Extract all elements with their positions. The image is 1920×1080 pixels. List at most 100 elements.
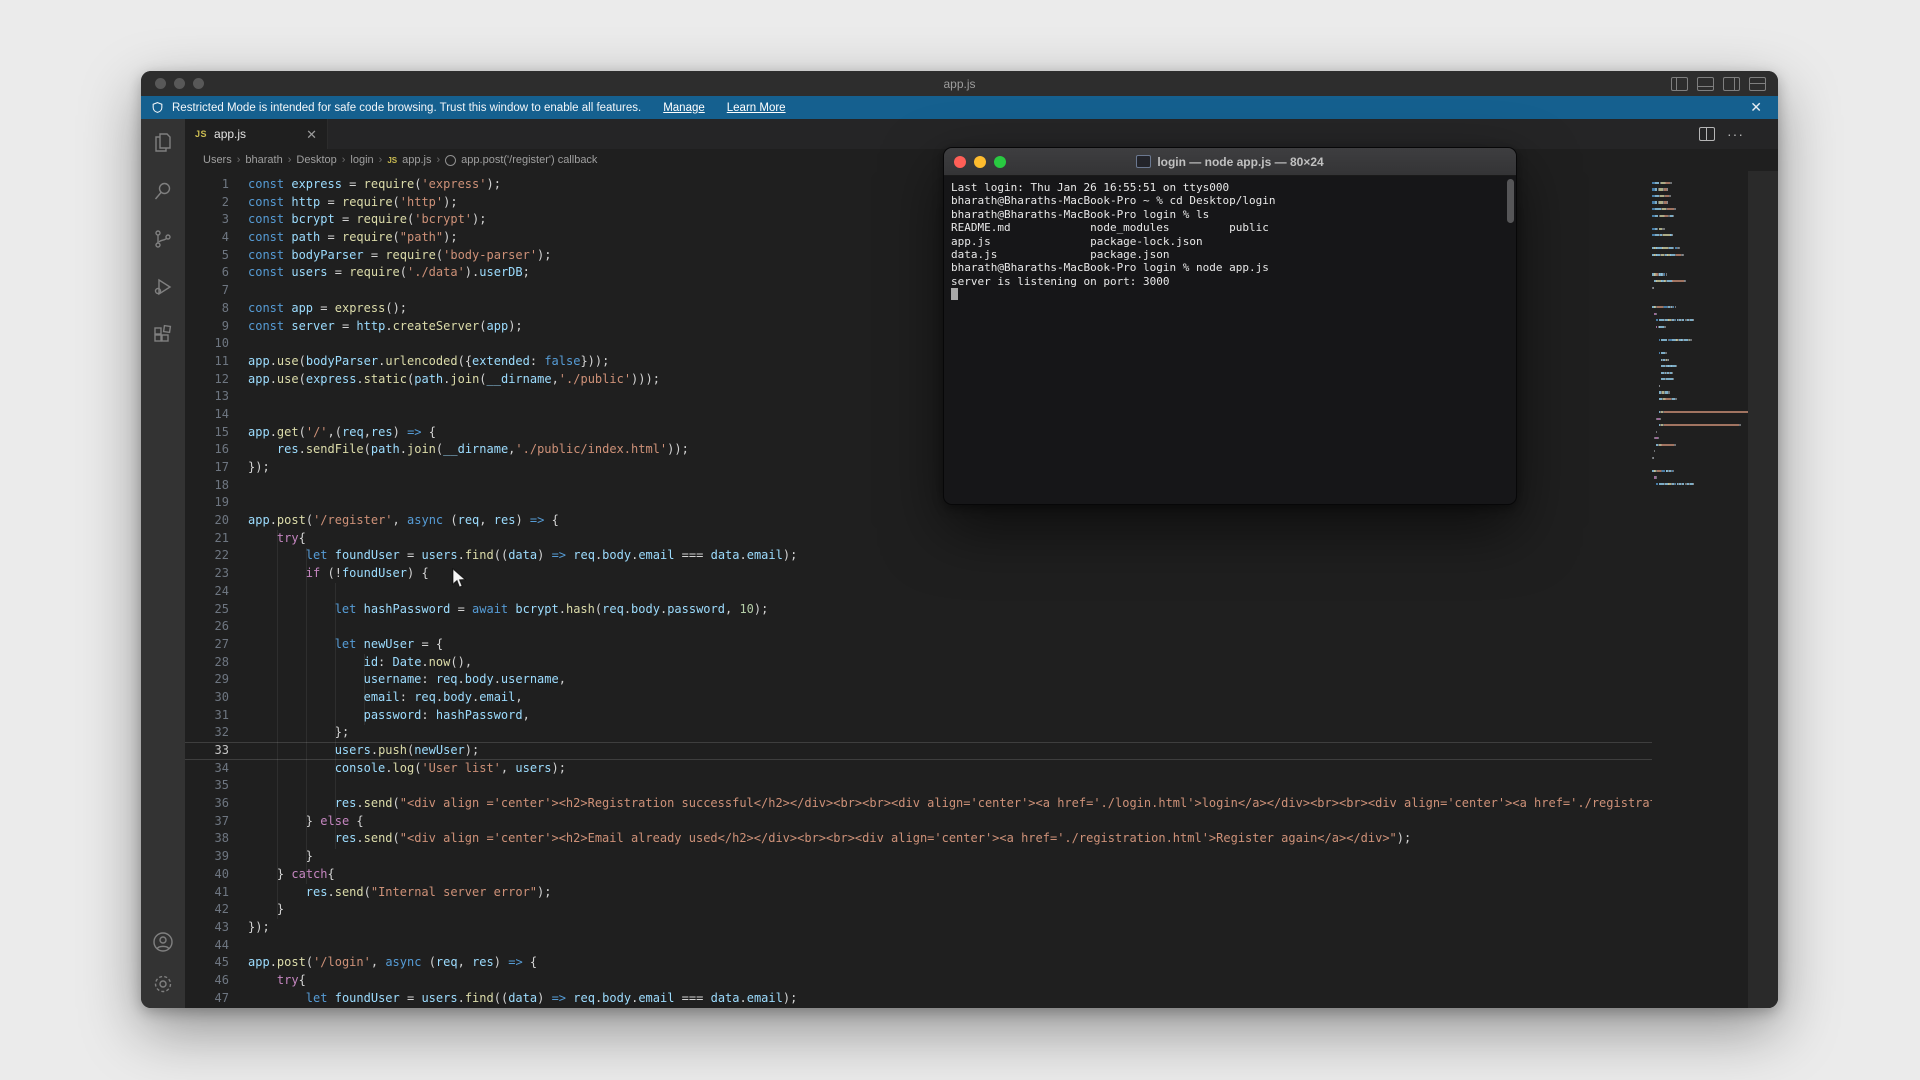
manage-link[interactable]: Manage: [663, 102, 705, 114]
code-line: if (!foundUser) {: [248, 565, 1652, 583]
code-line: let hashPassword = await bcrypt.hash(req…: [248, 601, 1652, 619]
code-line: res.send("<div align ='center'><h2>Email…: [248, 830, 1652, 848]
banner-close-icon[interactable]: ✕: [1744, 99, 1768, 116]
line-number: 31: [185, 707, 229, 725]
line-number: 20: [185, 512, 229, 530]
line-number: 11: [185, 353, 229, 371]
line-number: 22: [185, 547, 229, 565]
tab-bar: JS app.js ✕ ···: [185, 119, 1778, 149]
tab-appjs[interactable]: JS app.js ✕: [185, 119, 328, 149]
line-number: 33: [185, 742, 229, 760]
editor-actions: ···: [1699, 119, 1744, 149]
toggle-panel-icon[interactable]: [1697, 77, 1714, 91]
line-number: 39: [185, 848, 229, 866]
terminal-zoom-button[interactable]: [994, 156, 1006, 168]
explorer-icon[interactable]: [151, 131, 175, 155]
code-line: } catch{: [248, 866, 1652, 884]
line-number: 10: [185, 335, 229, 353]
terminal-window-controls: [954, 156, 1006, 168]
line-number: 6: [185, 264, 229, 282]
line-number: 42: [185, 901, 229, 919]
code-line: res.send("<div align ='center'><h2>Regis…: [248, 795, 1652, 813]
extensions-icon[interactable]: [151, 323, 175, 347]
minimize-window-button[interactable]: [174, 78, 185, 89]
code-line: username: req.body.username,: [248, 671, 1652, 689]
layout-controls: [1671, 77, 1766, 91]
code-line: res.send("Internal server error");: [248, 884, 1652, 902]
code-line: let foundUser = users.find((data) => req…: [248, 990, 1652, 1008]
code-line: } else {: [248, 813, 1652, 831]
run-debug-icon[interactable]: [151, 275, 175, 299]
code-line: });: [248, 919, 1652, 937]
line-number: 28: [185, 654, 229, 672]
code-line: }: [248, 901, 1652, 919]
terminal-window: login — node app.js — 80×24 Last login: …: [943, 147, 1517, 505]
terminal-title: login — node app.js — 80×24: [944, 155, 1516, 169]
line-number: 41: [185, 884, 229, 902]
tab-close-icon[interactable]: ✕: [306, 128, 317, 141]
code-line: password: hashPassword,: [248, 707, 1652, 725]
zoom-window-button[interactable]: [193, 78, 204, 89]
code-line: [248, 937, 1652, 955]
line-number: 17: [185, 459, 229, 477]
line-number: 36: [185, 795, 229, 813]
toggle-sidebar-icon[interactable]: [1671, 77, 1688, 91]
code-line: [248, 618, 1652, 636]
line-number: 47: [185, 990, 229, 1008]
source-control-icon[interactable]: [151, 227, 175, 251]
javascript-file-icon: JS: [387, 156, 397, 165]
line-number-gutter: 1234567891011121314151617181920212223242…: [185, 176, 229, 1007]
editor-scrollbar[interactable]: [1748, 171, 1778, 1008]
line-number: 43: [185, 919, 229, 937]
close-window-button[interactable]: [155, 78, 166, 89]
terminal-title-text: login — node app.js — 80×24: [1157, 155, 1323, 169]
shield-icon: [151, 101, 164, 114]
split-editor-icon[interactable]: [1699, 127, 1715, 141]
line-number: 23: [185, 565, 229, 583]
breadcrumb-item[interactable]: app.js: [402, 154, 431, 166]
minimap[interactable]: [1652, 176, 1748, 1008]
toggle-secondary-sidebar-icon[interactable]: [1723, 77, 1740, 91]
breadcrumb-item[interactable]: Desktop: [296, 154, 336, 166]
code-line: let newUser = {: [248, 636, 1652, 654]
restricted-mode-banner: Restricted Mode is intended for safe cod…: [141, 96, 1778, 119]
breadcrumb-item[interactable]: bharath: [245, 154, 282, 166]
breadcrumb-item[interactable]: app.post('/register') callback: [461, 154, 597, 166]
line-number: 16: [185, 441, 229, 459]
line-number: 30: [185, 689, 229, 707]
activity-bar-bottom: [151, 930, 175, 1008]
code-line: console.log('User list', users);: [248, 760, 1652, 778]
line-number: 25: [185, 601, 229, 619]
terminal-minimize-button[interactable]: [974, 156, 986, 168]
customize-layout-icon[interactable]: [1749, 77, 1766, 91]
activity-bar: [141, 119, 185, 1008]
line-number: 3: [185, 211, 229, 229]
javascript-file-icon: JS: [195, 129, 207, 139]
terminal-close-button[interactable]: [954, 156, 966, 168]
line-number: 27: [185, 636, 229, 654]
code-line: try{: [248, 530, 1652, 548]
line-number: 14: [185, 406, 229, 424]
vscode-titlebar: app.js: [141, 71, 1778, 96]
terminal-body[interactable]: Last login: Thu Jan 26 16:55:51 on ttys0…: [944, 176, 1516, 504]
breadcrumb-item[interactable]: login: [350, 154, 373, 166]
learn-more-link[interactable]: Learn More: [727, 102, 786, 114]
code-line: [248, 583, 1652, 601]
line-number: 26: [185, 618, 229, 636]
account-icon[interactable]: [151, 930, 175, 954]
line-number: 9: [185, 318, 229, 336]
window-title: app.js: [141, 77, 1778, 91]
terminal-cursor: [951, 288, 958, 300]
breadcrumb-separator: ›: [342, 154, 346, 166]
terminal-titlebar[interactable]: login — node app.js — 80×24: [944, 148, 1516, 176]
window-controls: [155, 78, 204, 89]
terminal-output: Last login: Thu Jan 26 16:55:51 on ttys0…: [951, 181, 1509, 302]
breadcrumb-item[interactable]: Users: [203, 154, 232, 166]
terminal-app-icon: [1136, 155, 1151, 168]
search-icon[interactable]: [151, 179, 175, 203]
settings-gear-icon[interactable]: [151, 972, 175, 996]
line-number: 37: [185, 813, 229, 831]
line-number: 4: [185, 229, 229, 247]
line-number: 1: [185, 176, 229, 194]
terminal-scrollbar[interactable]: [1507, 179, 1514, 223]
